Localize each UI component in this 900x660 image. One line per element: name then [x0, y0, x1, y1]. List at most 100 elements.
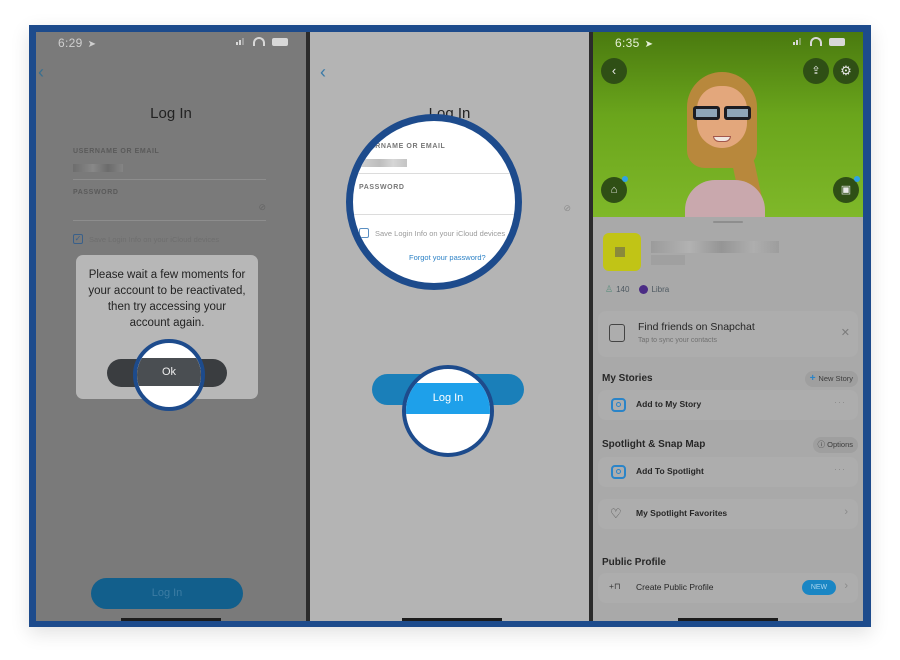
chevron-right-icon: › [844, 580, 848, 592]
home-indicator [678, 618, 778, 621]
new-story-button[interactable]: + New Story [804, 371, 858, 387]
new-story-label: New Story [818, 374, 853, 383]
new-badge: NEW [802, 580, 836, 595]
create-public-profile-row[interactable]: +⊓ Create Public Profile NEW › [598, 573, 858, 603]
forgot-password-link[interactable]: Forgot your password? [409, 253, 486, 262]
camera-icon [611, 465, 626, 479]
notification-dot [622, 176, 628, 182]
options-label: Options [827, 440, 853, 449]
zodiac-icon [639, 285, 649, 294]
save-login-label: Save Login Info on your iCloud devices [375, 228, 506, 238]
more-options-icon[interactable]: ··· [834, 397, 846, 407]
highlight-circle-credentials: USERNAME OR EMAIL PASSWORD Save Login In… [346, 114, 522, 290]
hide-password-icon[interactable]: ⊘ [563, 203, 571, 214]
panel-reactivation-dialog: 6:29 ➤ ‹ Log In USERNAME OR EMAIL PASSWO… [36, 32, 306, 621]
find-friends-title: Find friends on Snapchat [638, 321, 755, 333]
hide-password-icon[interactable]: ⊘ [258, 202, 266, 213]
options-button[interactable]: ⓘ Options [812, 437, 858, 453]
create-public-profile-label: Create Public Profile [636, 582, 714, 592]
signal-icon [236, 38, 246, 45]
add-bookmark-icon: +⊓ [609, 581, 621, 591]
home-indicator [121, 618, 221, 621]
zodiac-label: Libra [651, 285, 670, 294]
add-to-my-story-label: Add to My Story [636, 399, 702, 409]
password-label: PASSWORD [73, 189, 119, 196]
panel-snapchat-profile: 6:35 ➤ ‹ ⇪ ⚙ ⌂ ▣ ♙ 140 Libra Find friends… [593, 32, 863, 621]
home-indicator [402, 618, 502, 621]
username-label: USERNAME OR EMAIL [73, 148, 160, 155]
login-button[interactable]: Log In [91, 578, 243, 609]
add-to-spotlight-label: Add To Spotlight [636, 466, 704, 476]
heart-icon: ♡ [610, 506, 622, 521]
bitmoji-avatar [681, 70, 777, 220]
battery-icon [829, 37, 845, 46]
page-title: Log In [150, 105, 192, 122]
chevron-right-icon: › [844, 506, 848, 518]
notification-dot [854, 176, 860, 182]
more-options-icon[interactable]: ··· [834, 464, 846, 474]
edit-selfie-button[interactable]: ▣ [833, 176, 860, 203]
password-label: PASSWORD [359, 184, 405, 191]
chevron-left-icon: ‹ [611, 63, 617, 78]
image-edit-icon: ▣ [840, 184, 852, 196]
panel-login-form: ‹ Log In USERNAME OR EMAIL PASSWORD Save… [310, 32, 589, 621]
username-field[interactable] [73, 164, 123, 172]
zodiac-badge[interactable]: Libra [639, 285, 669, 294]
add-to-my-story-row[interactable]: Add to My Story ··· [598, 390, 858, 420]
username-underline [73, 179, 266, 180]
snap-score-value: 140 [616, 285, 630, 294]
highlight-circle-ok: Ok [133, 339, 205, 411]
public-profile-heading: Public Profile [602, 557, 666, 568]
wifi-icon [253, 37, 265, 46]
share-icon: ⇪ [811, 65, 821, 77]
checkbox-checked-icon[interactable]: ✓ [73, 234, 83, 244]
ok-button-magnified[interactable]: Ok [137, 358, 201, 386]
snap-score[interactable]: ♙ 140 [605, 284, 629, 295]
profile-thumbnail[interactable] [603, 233, 641, 271]
ghost-icon: ♙ [605, 284, 614, 294]
wifi-icon [810, 37, 822, 46]
username-label: USERNAME OR EMAIL [359, 143, 446, 150]
find-friends-card[interactable]: Find friends on Snapchat Tap to sync you… [598, 311, 858, 357]
password-underline [353, 214, 515, 215]
dialog-message: Please wait a few moments for your accou… [88, 269, 246, 329]
close-icon[interactable]: ✕ [841, 326, 850, 339]
checkbox-checked-icon[interactable] [359, 228, 369, 238]
back-chevron-icon[interactable]: ‹ [38, 62, 44, 83]
outfit-button[interactable]: ⌂ [601, 176, 628, 203]
save-login-label: Save Login Info on your iCloud devices [89, 234, 220, 244]
username-underline [353, 173, 515, 174]
username-field[interactable] [361, 159, 407, 167]
profile-stats: ♙ 140 Libra [605, 284, 669, 295]
spotlight-favorites-label: My Spotlight Favorites [636, 508, 728, 518]
info-icon: ⓘ [817, 440, 828, 449]
my-stories-heading: My Stories [602, 373, 653, 384]
location-arrow-icon: ➤ [84, 39, 97, 50]
profile-sheet: ♙ 140 Libra Find friends on Snapchat Tap … [593, 217, 863, 621]
status-bar: 6:29 ➤ [36, 36, 306, 52]
highlight-circle-login: Log In [402, 365, 494, 457]
settings-button[interactable]: ⚙ [833, 58, 859, 84]
status-bar: 6:35 ➤ [593, 36, 863, 52]
login-button-magnified[interactable]: Log In [406, 383, 490, 414]
spotlight-heading: Spotlight & Snap Map [602, 439, 706, 450]
save-login-row[interactable]: Save Login Info on your iCloud devices [359, 228, 505, 238]
add-to-spotlight-row[interactable]: Add To Spotlight ··· [598, 457, 858, 487]
display-name-redacted [651, 241, 779, 253]
gear-icon: ⚙ [840, 63, 852, 78]
share-button[interactable]: ⇪ [803, 58, 829, 84]
status-time: 6:35 ➤ [615, 36, 654, 50]
signal-icon [793, 38, 803, 45]
sheet-grabber[interactable] [713, 221, 743, 223]
spotlight-favorites-row[interactable]: ♡ My Spotlight Favorites › [598, 499, 858, 529]
back-chevron-icon[interactable]: ‹ [320, 62, 326, 83]
status-time: 6:29 ➤ [58, 36, 97, 50]
camera-icon [611, 398, 626, 412]
save-login-row[interactable]: ✓ Save Login Info on your iCloud devices [73, 234, 219, 244]
screenshot-frame: 6:29 ➤ ‹ Log In USERNAME OR EMAIL PASSWO… [29, 25, 871, 627]
location-arrow-icon: ➤ [641, 39, 654, 50]
back-button[interactable]: ‹ [601, 58, 627, 84]
battery-icon [272, 37, 288, 46]
contacts-icon [609, 324, 625, 342]
hanger-icon: ⌂ [610, 184, 618, 196]
